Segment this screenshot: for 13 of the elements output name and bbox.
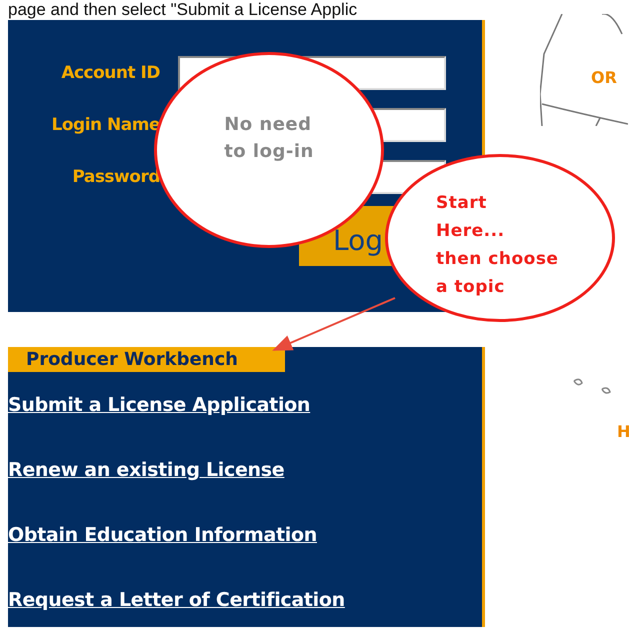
map-label: H	[617, 422, 629, 441]
callout-text: No need to log-in	[224, 113, 314, 164]
map-drawing	[572, 378, 612, 396]
field-label: Login Name	[50, 115, 161, 135]
field-label: Account ID	[60, 63, 161, 83]
topic-link[interactable]: Submit a License Application	[8, 393, 310, 418]
map-label: OR	[591, 68, 617, 87]
topic-link[interactable]: Renew an existing License	[8, 458, 284, 483]
field-label: Password	[71, 167, 161, 187]
instruction-text: page and then select "Submit a License Applic	[7, 0, 358, 20]
topic-link[interactable]: Request a Letter of Certification	[8, 588, 345, 613]
callout-text: Start Here... then choose a topic	[436, 192, 558, 299]
topic-link[interactable]: Obtain Education Information	[8, 523, 317, 548]
